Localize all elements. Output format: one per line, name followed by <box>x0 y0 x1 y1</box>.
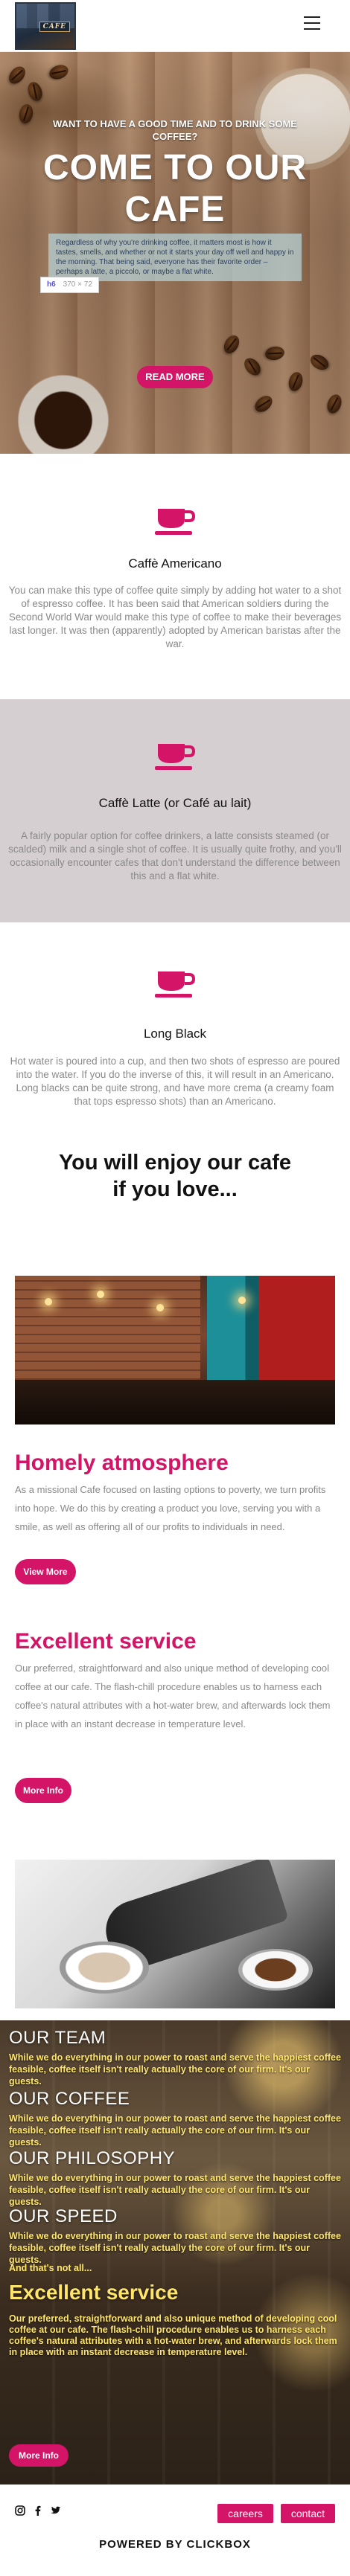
feature-text: As a missional Cafe focused on lasting o… <box>15 1484 326 1532</box>
coffee-description: Hot water is poured into a cup, and then… <box>10 1056 340 1107</box>
contact-link[interactable]: contact <box>280 2504 335 2523</box>
team-item-title: OUR SPEED <box>9 2206 118 2226</box>
powered-by-text: POWERED BY CLICKBOX <box>99 2538 251 2551</box>
cafe-logo[interactable]: CAFE <box>15 2 76 50</box>
team-section: OUR TEAM While we do everything in our p… <box>0 2020 350 2485</box>
barista-photo <box>15 1860 335 2008</box>
team-item-title: OUR TEAM <box>9 2028 106 2048</box>
enjoy-heading: You will enjoy our cafe if you love... <box>0 1149 350 1203</box>
feature-title: Excellent service <box>15 1629 197 1654</box>
coffee-cup-icon <box>155 971 196 998</box>
cafe-interior-photo <box>15 1276 335 1424</box>
coffee-cup-icon <box>155 509 196 535</box>
team-item: OUR SPEED While we do everything in our … <box>9 2206 341 2266</box>
coffee-title: Caffè Latte (or Café au lait) <box>98 796 252 810</box>
hero-subtitle: WANT TO HAVE A GOOD TIME AND TO DRINK SO… <box>53 118 297 142</box>
hero-section: WANT TO HAVE A GOOD TIME AND TO DRINK SO… <box>0 52 350 454</box>
team-more-info-button[interactable]: More Info <box>9 2444 69 2467</box>
tooltip-size: 370 × 72 <box>63 280 92 289</box>
social-icons <box>15 2505 61 2520</box>
team-excellent-text: Our preferred, straightforward and also … <box>9 2313 337 2357</box>
coffee-block-long-black: Long Black Hot water is poured into a cu… <box>0 922 350 1146</box>
view-more-button[interactable]: View More <box>15 1559 76 1584</box>
coffee-title: Long Black <box>143 1027 207 1041</box>
team-item-text: While we do everything in our power to r… <box>9 2173 341 2207</box>
team-item-title: OUR PHILOSOPHY <box>9 2148 176 2168</box>
enjoy-line-1: You will enjoy our cafe <box>58 1151 292 1175</box>
facebook-icon[interactable] <box>33 2505 43 2516</box>
element-size-tooltip: h6 370 × 72 <box>40 277 99 293</box>
feature-text: Our preferred, straightforward and also … <box>15 1663 331 1729</box>
twitter-icon[interactable] <box>51 2505 61 2516</box>
team-item: OUR COFFEE While we do everything in our… <box>9 2089 341 2148</box>
feature-title: Homely atmosphere <box>15 1451 229 1475</box>
coffee-title: Caffè Americano <box>128 556 222 571</box>
team-extra-text: And that's not all... <box>9 2263 92 2273</box>
team-excellent-title: Excellent service <box>9 2281 179 2304</box>
tooltip-tag: h6 <box>47 280 56 289</box>
hero-title: COME TO OUR CAFE <box>42 148 308 229</box>
coffee-block-latte: Caffè Latte (or Café au lait) A fairly p… <box>0 699 350 922</box>
careers-link[interactable]: careers <box>217 2504 273 2523</box>
top-navbar: CAFE <box>0 0 350 52</box>
hamburger-menu-icon[interactable] <box>304 16 320 31</box>
team-item-text: While we do everything in our power to r… <box>9 2113 341 2148</box>
coffee-description: A fairly popular option for coffee drink… <box>8 830 342 881</box>
instagram-icon[interactable] <box>15 2505 25 2516</box>
hero-description: Regardless of why you're drinking coffee… <box>48 234 302 281</box>
read-more-button[interactable]: READ MORE <box>137 366 213 388</box>
team-item: OUR TEAM While we do everything in our p… <box>9 2028 341 2087</box>
logo-sign-text: CAFE <box>39 22 70 32</box>
team-item-title: OUR COFFEE <box>9 2089 130 2109</box>
enjoy-line-2: if you love... <box>112 1178 238 1201</box>
team-item: OUR PHILOSOPHY While we do everything in… <box>9 2148 341 2208</box>
coffee-cup-icon <box>155 744 196 770</box>
more-info-button[interactable]: More Info <box>15 1778 71 1803</box>
team-item-text: While we do everything in our power to r… <box>9 2231 341 2265</box>
coffee-block-americano: Caffè Americano You can make this type o… <box>0 454 350 699</box>
team-item-text: While we do everything in our power to r… <box>9 2052 341 2087</box>
footer-links: careers contact <box>217 2504 335 2523</box>
coffee-description: You can make this type of coffee quite s… <box>8 585 342 649</box>
hero-content: WANT TO HAVE A GOOD TIME AND TO DRINK SO… <box>0 118 350 281</box>
